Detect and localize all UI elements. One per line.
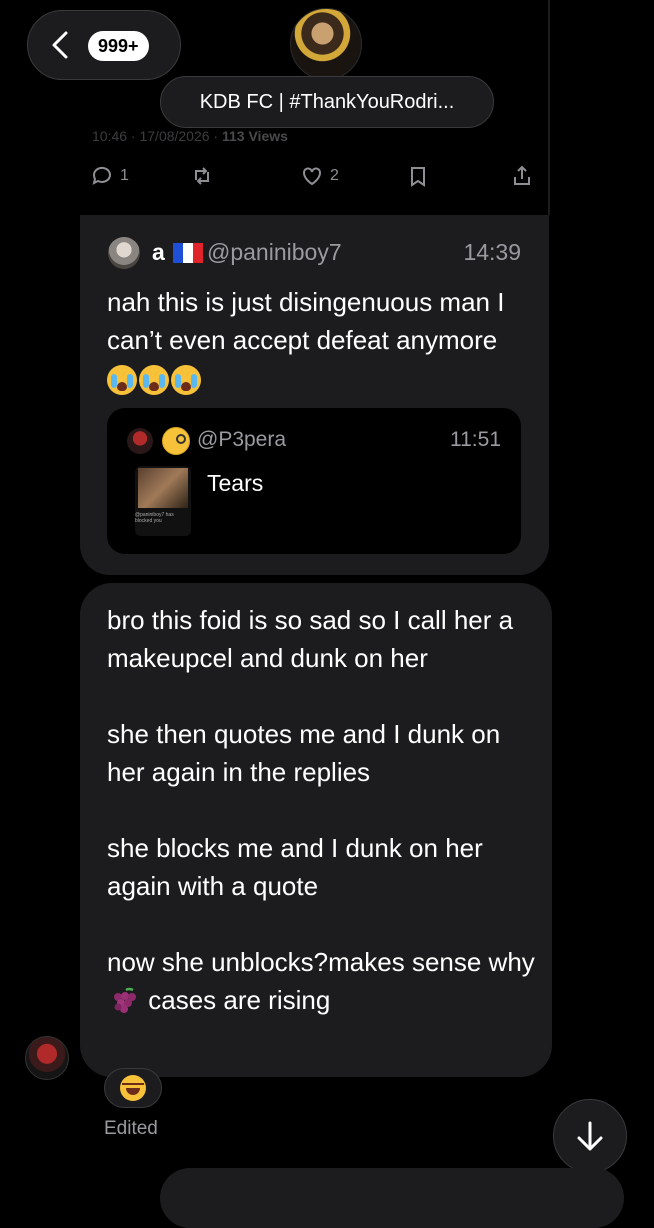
next-message-bubble[interactable] (160, 1168, 624, 1228)
tweet-meta: 10:46 · 17/08/2026 · 113 Views (92, 128, 288, 144)
chevron-left-icon (52, 31, 68, 59)
message-bubble-2[interactable]: bro this foid is so sad so I call her a … (80, 583, 552, 1077)
france-flag-icon (173, 243, 203, 263)
heart-icon (303, 167, 321, 186)
scroll-down-button[interactable] (553, 1099, 627, 1173)
crying-face-icon (139, 365, 169, 396)
message-time: 14:39 (463, 239, 521, 265)
divider (548, 0, 550, 215)
avatar[interactable] (25, 1036, 69, 1080)
retweet-icon (195, 167, 209, 185)
message-text-part: cases are rising (148, 985, 331, 1015)
crying-emojis (107, 365, 201, 396)
avatar (127, 428, 153, 454)
group-avatar[interactable] (290, 8, 362, 80)
grapes-icon (114, 987, 136, 1014)
bookmark-icon (411, 167, 425, 187)
bookmark-action[interactable] (406, 164, 430, 188)
quote-thumbnail[interactable]: @paniniboy7 has blocked you (135, 466, 191, 536)
laughing-face-icon (120, 1075, 146, 1101)
thumbnail-caption: @paniniboy7 has blocked you (135, 512, 174, 524)
reply-count: 1 (120, 167, 129, 184)
reaction-chip[interactable] (104, 1068, 162, 1108)
message-paragraph: she then quotes me and I dunk on her aga… (107, 719, 501, 787)
quote-text: Tears (207, 470, 264, 496)
tweet-views: 113 Views (222, 128, 288, 144)
message-text-part: now she unblocks?makes sense why (107, 947, 535, 977)
message-text: nah this is just disingenuous man I can’… (107, 283, 527, 397)
unread-badge: 999+ (88, 31, 149, 61)
back-button[interactable]: 999+ (27, 10, 181, 80)
tweet-timestamp: 10:46 · 17/08/2026 · (92, 128, 219, 144)
message-paragraph: she blocks me and I dunk on her again wi… (107, 833, 483, 901)
thumbnail-image (138, 468, 188, 508)
arrow-down-icon (577, 1121, 603, 1151)
message-paragraph: now she unblocks?makes sense why cases a… (107, 943, 537, 1019)
crying-face-icon (107, 365, 137, 396)
message-text-body: nah this is just disingenuous man I can’… (107, 287, 505, 355)
share-icon (514, 165, 530, 185)
group-title: KDB FC | #ThankYouRodri... (199, 90, 455, 113)
avatar[interactable] (108, 237, 140, 269)
message-text: bro this foid is so sad so I call her a … (107, 601, 537, 1019)
reply-icon (92, 166, 111, 185)
monocle-face-icon (162, 427, 190, 455)
message-paragraph: bro this foid is so sad so I call her a … (107, 605, 514, 673)
message-bubble-1[interactable]: a @paniniboy7 14:39 nah this is just dis… (80, 215, 549, 575)
reply-action[interactable]: 1 (90, 164, 129, 188)
sender-handle: @paniniboy7 (207, 239, 342, 265)
sender-name: a (152, 239, 165, 265)
quote-time: 11:51 (450, 428, 501, 451)
share-action[interactable] (510, 164, 534, 188)
retweet-action[interactable] (190, 164, 214, 188)
group-title-pill[interactable]: KDB FC | #ThankYouRodri... (160, 76, 494, 128)
tweet-actions: 1 2 (80, 158, 550, 198)
like-count: 2 (330, 167, 339, 184)
edited-label: Edited (104, 1118, 158, 1139)
quoted-message[interactable]: @P3pera 11:51 @paniniboy7 has blocked yo… (107, 408, 521, 554)
quote-handle: @P3pera (197, 428, 287, 451)
crying-face-icon (171, 365, 201, 396)
like-action[interactable]: 2 (300, 164, 339, 188)
